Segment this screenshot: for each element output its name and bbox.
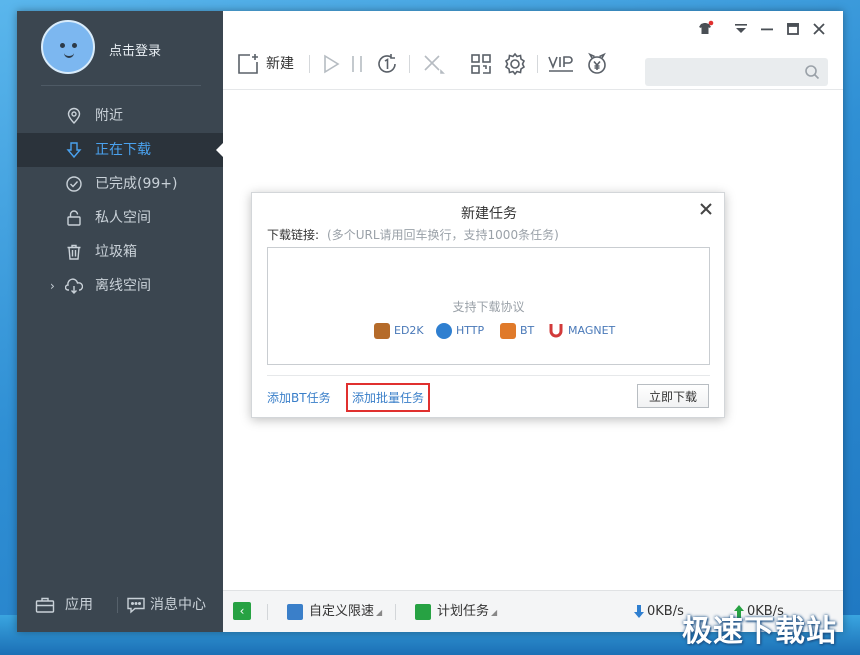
close-icon[interactable]: [698, 201, 714, 217]
download-link-label-text: 下载链接:: [267, 228, 320, 242]
sidebar-item-label: 已完成(99+): [95, 176, 178, 192]
apps-button[interactable]: 应用: [35, 591, 93, 619]
message-center-button[interactable]: 消息中心: [126, 591, 206, 619]
menu-dropdown-icon[interactable]: [731, 19, 751, 39]
add-bt-task-link[interactable]: 添加BT任务: [267, 389, 331, 406]
minimize-icon[interactable]: [757, 19, 777, 39]
check-circle-icon: [66, 176, 82, 192]
lock-icon: [67, 210, 81, 226]
single-task-icon[interactable]: [375, 52, 399, 76]
sidebar: 点击登录 附近 正在下载 已完成(99+) 私人空间 垃圾箱 › 离线空间 应用…: [17, 11, 223, 632]
skin-shirt-icon[interactable]: [695, 19, 715, 39]
settings-gear-icon[interactable]: [503, 52, 527, 76]
delete-x-icon[interactable]: [421, 52, 445, 76]
search-icon[interactable]: [804, 64, 820, 80]
apps-label: 应用: [65, 597, 93, 613]
protocol-label: ED2K: [394, 324, 424, 337]
app-window: 点击登录 附近 正在下载 已完成(99+) 私人空间 垃圾箱 › 离线空间 应用…: [17, 11, 843, 632]
toolbox-icon: [35, 597, 55, 613]
new-task-button[interactable]: 新建: [236, 52, 294, 76]
user-profile[interactable]: 点击登录: [41, 20, 211, 76]
avatar[interactable]: [41, 20, 95, 74]
schedule-task-button[interactable]: 计划任务 ◢: [415, 602, 497, 622]
sidebar-item-trash[interactable]: 垃圾箱: [17, 235, 223, 269]
sidebar-item-downloading[interactable]: 正在下载: [17, 133, 223, 167]
download-speed-arrow-icon: [634, 605, 644, 618]
sidebar-nav: 附近 正在下载 已完成(99+) 私人空间 垃圾箱 › 离线空间: [17, 99, 223, 303]
sidebar-divider: [41, 85, 201, 86]
maximize-icon[interactable]: [783, 19, 803, 39]
download-speed-value: 0KB/s: [647, 604, 684, 619]
protocol-http: HTTP: [436, 322, 484, 340]
avatar-eye-right: [72, 43, 77, 48]
download-speed: 0KB/s: [633, 602, 684, 622]
http-ie-icon: [436, 323, 452, 339]
window-controls: [695, 19, 835, 39]
sidebar-bottom: 应用 消息中心: [17, 591, 223, 621]
toolbar-separator: [409, 55, 410, 73]
location-pin-icon: [67, 107, 81, 124]
sidebar-item-label: 私人空间: [95, 210, 151, 226]
new-task-dialog: 新建任务 下载链接: (多个URL请用回车换行，支持1000条任务) 支持下载协议…: [251, 192, 725, 418]
login-link[interactable]: 点击登录: [109, 40, 161, 59]
speed-limit-button[interactable]: 自定义限速 ◢: [287, 602, 382, 622]
sidebar-item-label: 垃圾箱: [95, 244, 137, 260]
sidebar-item-nearby[interactable]: 附近: [17, 99, 223, 133]
magnet-icon: [549, 324, 563, 338]
sidebar-item-private-space[interactable]: 私人空间: [17, 201, 223, 235]
message-center-label: 消息中心: [150, 597, 206, 613]
pause-icon[interactable]: [345, 52, 369, 76]
caret-icon: ◢: [491, 608, 498, 617]
sidebar-item-label: 离线空间: [95, 278, 151, 294]
download-arrow-icon: [66, 142, 82, 159]
speed-limit-icon: [287, 604, 303, 620]
sidebar-item-completed[interactable]: 已完成(99+): [17, 167, 223, 201]
chevron-right-icon[interactable]: ›: [50, 269, 55, 303]
protocols-title: 支持下载协议: [452, 300, 525, 314]
sidebar-bottom-separator: [117, 597, 118, 613]
avatar-mouth: [64, 53, 74, 58]
dialog-divider: [267, 375, 710, 376]
trash-icon: [67, 244, 81, 260]
schedule-label: 计划任务: [437, 604, 490, 619]
dialog-title: 新建任务: [461, 206, 517, 222]
download-link-hint: (多个URL请用回车换行，支持1000条任务): [327, 228, 559, 242]
piggy-bank-yen-icon[interactable]: [585, 52, 609, 76]
sidebar-item-offline-space[interactable]: › 离线空间: [17, 269, 223, 303]
protocol-label: BT: [520, 324, 535, 337]
new-task-label: 新建: [266, 56, 294, 72]
cloud-download-icon: [65, 278, 83, 294]
bt-icon: [500, 323, 516, 339]
speed-limit-label: 自定义限速: [309, 604, 375, 619]
caret-icon: ◢: [376, 608, 383, 617]
new-file-icon: [238, 54, 258, 74]
protocol-bt: BT: [500, 322, 534, 340]
play-icon[interactable]: [319, 52, 343, 76]
toolbar: 新建: [223, 43, 843, 86]
search-box[interactable]: [645, 58, 828, 86]
sidebar-item-label: 附近: [95, 108, 123, 124]
url-input[interactable]: 支持下载协议 ED2K HTTP BT MAGNET: [267, 247, 710, 365]
chat-bubble-icon: [127, 597, 145, 614]
grid-apps-icon[interactable]: [469, 52, 493, 76]
toolbar-separator: [537, 55, 538, 73]
collapse-sidebar-button[interactable]: ‹: [233, 602, 251, 620]
add-batch-task-link[interactable]: 添加批量任务: [345, 383, 431, 412]
schedule-icon: [415, 604, 431, 620]
status-separator: [267, 604, 268, 620]
vip-icon[interactable]: [547, 52, 575, 76]
site-watermark: 极速下载站: [682, 614, 837, 649]
protocol-label: MAGNET: [568, 324, 616, 337]
download-now-button[interactable]: 立即下载: [637, 384, 709, 408]
protocol-ed2k: ED2K: [374, 322, 424, 340]
ed2k-icon: [374, 323, 390, 339]
avatar-eye-left: [60, 43, 65, 48]
status-separator: [395, 604, 396, 620]
protocol-label: HTTP: [456, 324, 485, 337]
sidebar-item-label: 正在下载: [95, 142, 151, 158]
close-icon[interactable]: [809, 19, 829, 39]
download-link-label: 下载链接: (多个URL请用回车换行，支持1000条任务): [267, 226, 559, 243]
toolbar-separator: [309, 55, 310, 73]
protocol-magnet: MAGNET: [548, 322, 615, 340]
